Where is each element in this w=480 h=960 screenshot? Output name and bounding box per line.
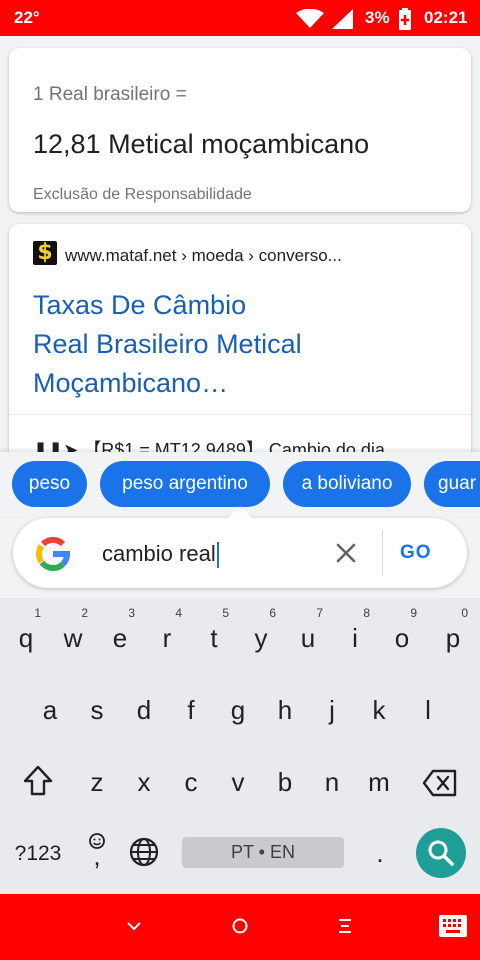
key-h[interactable]: h [263,682,307,738]
result-snippet: ❚❚➤ 【R$1 = MT12,9489】 Cambio do dia [33,440,385,452]
site-favicon: $ [33,241,57,265]
symbols-key[interactable]: ?123 [10,836,66,872]
key-l[interactable]: l [406,682,450,738]
suggestion-chip[interactable]: a boliviano [283,461,411,507]
key-e[interactable]: e3 [98,606,142,666]
key-g[interactable]: g [216,682,260,738]
search-query-text: cambio real [102,541,216,566]
result-card[interactable]: $ www.mataf.net › moeda › converso... Ta… [9,224,471,452]
site-breadcrumb[interactable]: www.mataf.net › moeda › converso... [65,246,342,266]
space-bar[interactable]: PT • EN [182,837,344,868]
text-cursor [216,542,219,569]
key-s[interactable]: s [75,682,119,738]
battery-icon [399,8,411,35]
key-y[interactable]: y6 [239,606,283,666]
temperature: 22° [14,8,40,27]
search-bar: cambio real GO [13,506,467,588]
conversion-result: 12,81 Metical moçambicano [33,129,370,159]
key-f[interactable]: f [169,682,213,738]
search-bar-divider [382,530,383,576]
suggestion-chip[interactable]: guar [424,461,480,507]
backspace-icon[interactable] [422,768,458,798]
key-b[interactable]: b [263,754,307,810]
search-icon [428,840,454,866]
conversion-card: 1 Real brasileiro = 12,81 Metical moçamb… [9,48,471,212]
divider [9,414,471,415]
suggestion-chip[interactable]: peso argentino [100,461,270,507]
key-x[interactable]: x [122,754,166,810]
result-title-line: Real Brasileiro Metical [33,329,302,359]
keyboard: q1 w2 e3 r4 t5 y6 u7 i8 o9 p0 a s d f g … [0,598,480,894]
key-t[interactable]: t5 [192,606,236,666]
clear-icon[interactable] [332,539,360,567]
key-a[interactable]: a [28,682,72,738]
search-input[interactable]: cambio real [102,541,219,569]
key-v[interactable]: v [216,754,260,810]
globe-icon[interactable] [128,836,160,868]
key-q[interactable]: q1 [4,606,48,666]
key-z[interactable]: z [75,754,119,810]
key-o[interactable]: o9 [380,606,424,666]
period-key[interactable]: . [362,831,398,875]
comma-key: , [93,841,100,871]
key-u[interactable]: u7 [286,606,330,666]
navigation-bar [0,894,480,960]
result-title-line: Taxas De Câmbio [33,290,247,320]
google-logo [33,534,73,579]
shift-icon[interactable] [22,764,54,798]
key-n[interactable]: n [310,754,354,810]
key-i[interactable]: i8 [333,606,377,666]
key-p[interactable]: p0 [431,606,475,666]
disclaimer-link[interactable]: Exclusão de Responsabilidade [33,186,252,204]
result-title-link[interactable]: Taxas De Câmbio Real Brasileiro Metical … [33,286,453,403]
search-key[interactable] [416,828,466,878]
key-r[interactable]: r4 [145,606,189,666]
key-w[interactable]: w2 [51,606,95,666]
suggestion-chip[interactable]: peso [12,461,87,507]
nav-home-icon[interactable] [230,916,250,941]
emoji-icon[interactable]: , [82,830,112,874]
key-d[interactable]: d [122,682,166,738]
clock: 02:21 [424,8,468,27]
key-c[interactable]: c [169,754,213,810]
wifi-icon [296,8,324,34]
key-j[interactable]: j [310,682,354,738]
battery-percent: 3% [365,8,390,27]
conversion-label: 1 Real brasileiro = [33,84,187,105]
signal-icon [332,9,354,34]
status-bar: 22° 3% 02:21 [0,0,480,36]
nav-back-icon[interactable] [124,916,144,941]
key-m[interactable]: m [357,754,401,810]
key-k[interactable]: k [357,682,401,738]
go-button[interactable]: GO [400,542,432,564]
search-results: 1 Real brasileiro = 12,81 Metical moçamb… [0,36,480,452]
keyboard-icon[interactable] [438,914,468,943]
result-title-line: Moçambicano… [33,368,229,398]
nav-recents-icon[interactable] [335,916,355,941]
